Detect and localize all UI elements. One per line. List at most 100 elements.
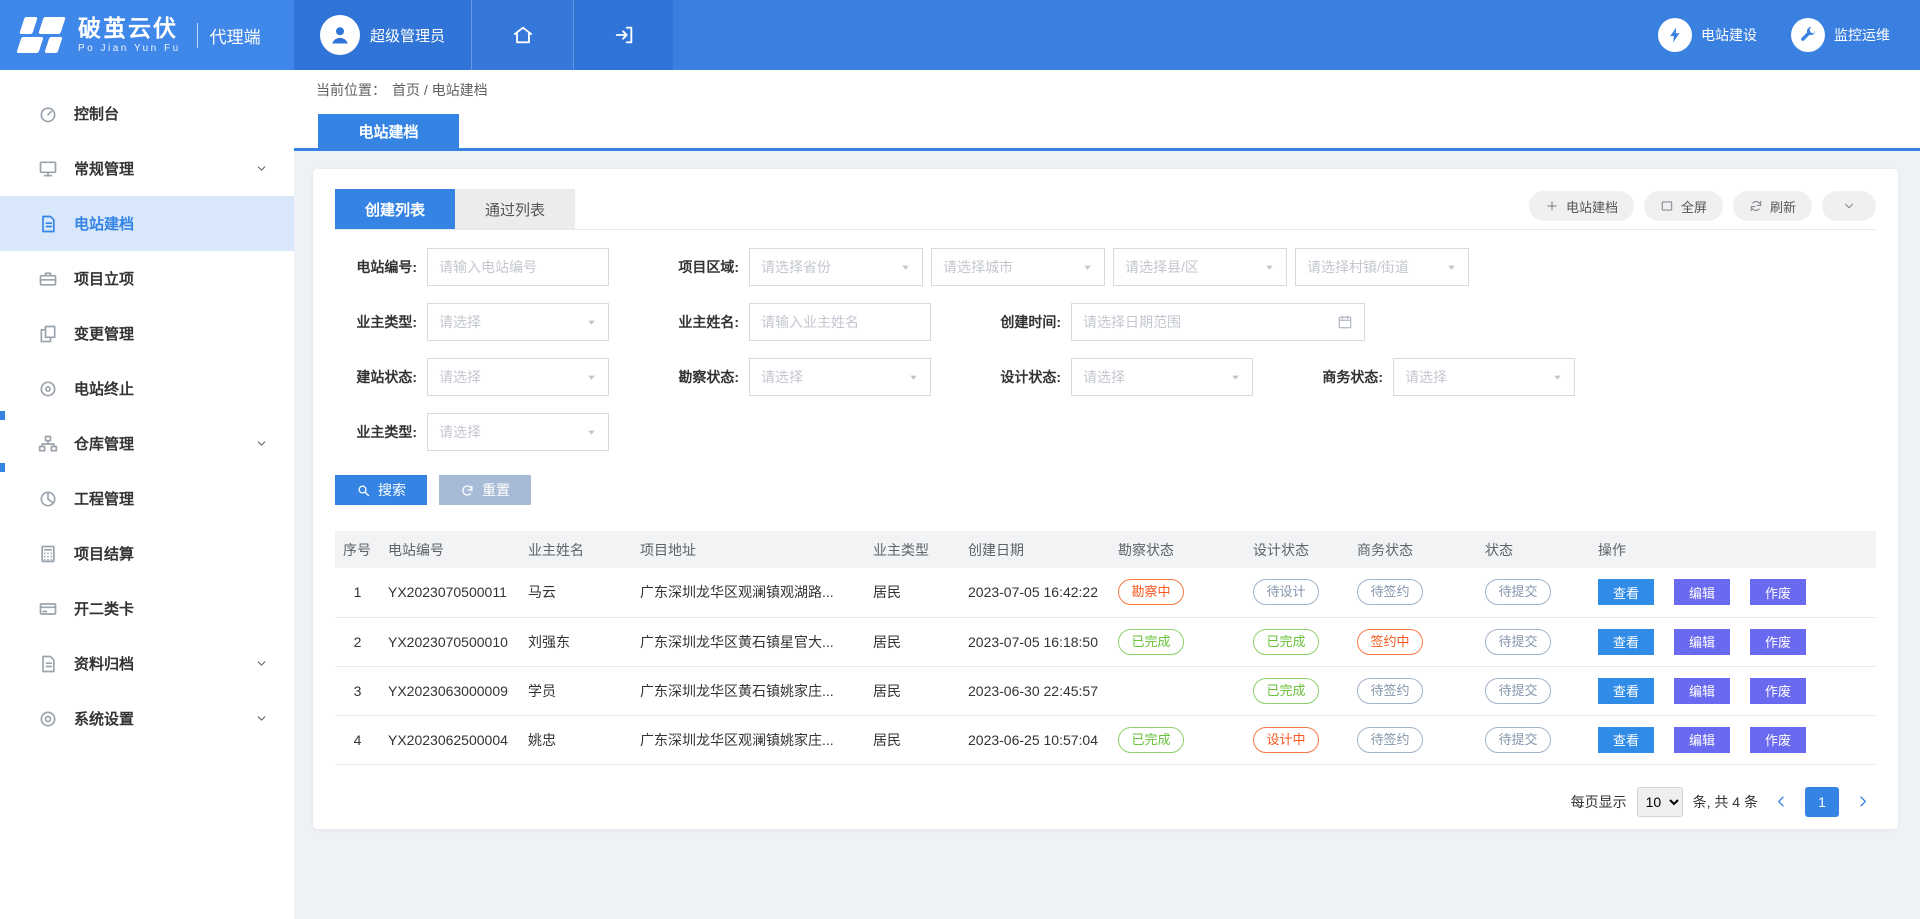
void-button[interactable]: 作废: [1750, 629, 1806, 655]
province-select[interactable]: 请选择省份: [749, 248, 923, 286]
view-button[interactable]: 查看: [1598, 579, 1654, 605]
tab-passed-list[interactable]: 通过列表: [455, 189, 575, 229]
filter-label: 商务状态:: [1301, 367, 1383, 387]
sidebar-item-label: 项目结算: [74, 543, 134, 564]
cell-station-code: YX2023062500004: [380, 715, 520, 764]
filter-group: 勘察状态: 请选择: [657, 358, 931, 396]
sidebar-item-label: 控制台: [74, 103, 119, 124]
filter-row: 业主类型:请选择: [335, 413, 1876, 451]
sidebar-item-open-type2-card[interactable]: 开二类卡: [0, 581, 294, 636]
breadcrumb-path[interactable]: 首页 / 电站建档: [392, 80, 488, 100]
owner-name-filter[interactable]: [749, 303, 931, 341]
status-badge: 待签约: [1357, 727, 1423, 753]
void-button[interactable]: 作废: [1750, 678, 1806, 704]
top-nav: 电站建设 监控运维: [1658, 0, 1920, 70]
sidebar-item-label: 变更管理: [74, 323, 134, 344]
cell-station-code: YX2023070500011: [380, 568, 520, 617]
page-tab-row: 电站建档: [294, 110, 1920, 151]
tab-create-list[interactable]: 创建列表: [335, 189, 455, 229]
edit-button[interactable]: 编辑: [1674, 579, 1730, 605]
logout-button[interactable]: [573, 0, 673, 70]
create-station-button[interactable]: 电站建档: [1529, 191, 1634, 221]
sidebar-item-project-settlement[interactable]: 项目结算: [0, 526, 294, 581]
view-button[interactable]: 查看: [1598, 629, 1654, 655]
owner-type-select[interactable]: 请选择: [427, 303, 609, 341]
logo-icon: [18, 14, 66, 56]
caret-down-icon: [1082, 262, 1093, 273]
edit-button[interactable]: 编辑: [1674, 678, 1730, 704]
cell-owner-name: 姚忠: [520, 715, 632, 764]
refresh-button[interactable]: 刷新: [1733, 191, 1812, 221]
caret-down-icon: [1230, 372, 1241, 383]
prev-page-button[interactable]: [1774, 794, 1789, 809]
filter-label: 建站状态:: [335, 367, 417, 387]
search-button[interactable]: 搜索: [335, 475, 427, 505]
filter-group: 项目区域:请选择省份请选择城市请选择县/区请选择村镇/街道: [657, 248, 1469, 286]
nav-item-monitor-ops[interactable]: 监控运维: [1791, 18, 1890, 52]
cell-status: 已完成: [1245, 617, 1349, 666]
owner-type2-select[interactable]: 请选择: [427, 413, 609, 451]
nav-item-station-build[interactable]: 电站建设: [1658, 18, 1757, 52]
edit-button[interactable]: 编辑: [1674, 629, 1730, 655]
cell-owner-type: 居民: [865, 715, 960, 764]
city-select[interactable]: 请选择城市: [931, 248, 1105, 286]
collapse-button[interactable]: [1822, 191, 1876, 221]
sidebar-item-general-management[interactable]: 常规管理: [0, 141, 294, 196]
design-status-select[interactable]: 请选择: [1071, 358, 1253, 396]
sidebar-item-data-archive[interactable]: 资料归档: [0, 636, 294, 691]
chevron-down-icon: [255, 657, 268, 670]
view-button[interactable]: 查看: [1598, 727, 1654, 753]
survey-status-select[interactable]: 请选择: [749, 358, 931, 396]
card-header: 创建列表 通过列表 电站建档 全屏: [335, 189, 1876, 230]
user-menu[interactable]: 超级管理员: [294, 0, 471, 70]
sidebar-item-console[interactable]: 控制台: [0, 86, 294, 141]
gear-icon: [38, 709, 58, 729]
cell-status: 签约中: [1349, 617, 1477, 666]
created-range-picker[interactable]: 请选择日期范围: [1071, 303, 1365, 341]
brand-area: 破茧云伏 Po Jian Yun Fu 代理端: [0, 0, 294, 70]
build-status-select[interactable]: 请选择: [427, 358, 609, 396]
column-header: 商务状态: [1349, 531, 1477, 568]
sidebar-item-label: 常规管理: [74, 158, 134, 179]
next-page-button[interactable]: [1855, 794, 1870, 809]
card-icon: [38, 599, 58, 619]
sidebar-item-warehouse-management[interactable]: 仓库管理: [0, 416, 294, 471]
sidebar-item-label: 系统设置: [74, 708, 134, 729]
sidebar-item-system-settings[interactable]: 系统设置: [0, 691, 294, 746]
sidebar-item-station-filing[interactable]: 电站建档: [0, 196, 294, 251]
cell-no: 2: [335, 617, 380, 666]
void-button[interactable]: 作废: [1750, 579, 1806, 605]
cell-owner-type: 居民: [865, 568, 960, 617]
page-tab-station-filing[interactable]: 电站建档: [318, 114, 459, 148]
sidebar-item-project-initiation[interactable]: 项目立项: [0, 251, 294, 306]
column-header: 勘察状态: [1110, 531, 1245, 568]
cell-status: [1110, 666, 1245, 715]
station-code-filter-input[interactable]: [439, 259, 597, 275]
page-number-button[interactable]: 1: [1805, 787, 1839, 817]
business-status-select[interactable]: 请选择: [1393, 358, 1575, 396]
reset-button[interactable]: 重置: [439, 475, 531, 505]
district-select[interactable]: 请选择县/区: [1113, 248, 1287, 286]
home-button[interactable]: [471, 0, 573, 70]
table-row: 2YX2023070500010刘强东广东深圳龙华区黄石镇星官大...居民202…: [335, 617, 1876, 666]
cell-address: 广东深圳龙华区黄石镇姚家庄...: [632, 666, 865, 715]
town-select[interactable]: 请选择村镇/街道: [1295, 248, 1469, 286]
station-code-filter[interactable]: [427, 248, 609, 286]
filter-group: 业主姓名:: [657, 303, 931, 341]
owner-name-filter-input[interactable]: [761, 314, 919, 330]
sidebar-item-engineering-management[interactable]: 工程管理: [0, 471, 294, 526]
view-button[interactable]: 查看: [1598, 678, 1654, 704]
fullscreen-button[interactable]: 全屏: [1644, 191, 1723, 221]
filter-label: 勘察状态:: [657, 367, 739, 387]
calendar-icon: [1337, 314, 1353, 330]
void-button[interactable]: 作废: [1750, 727, 1806, 753]
button-label: 电站建档: [1566, 197, 1618, 216]
fullscreen-icon: [1660, 199, 1674, 213]
edit-button[interactable]: 编辑: [1674, 727, 1730, 753]
sidebar-item-change-management[interactable]: 变更管理: [0, 306, 294, 361]
cell-actions: 查看编辑作废: [1590, 715, 1876, 764]
sidebar-item-station-termination[interactable]: 电站终止: [0, 361, 294, 416]
page-size-select[interactable]: 10: [1637, 787, 1683, 817]
select-placeholder: 请选择: [1405, 367, 1447, 387]
app-window: 破茧云伏 Po Jian Yun Fu 代理端 超级管理员 电站建设 监控运维: [0, 0, 1920, 919]
